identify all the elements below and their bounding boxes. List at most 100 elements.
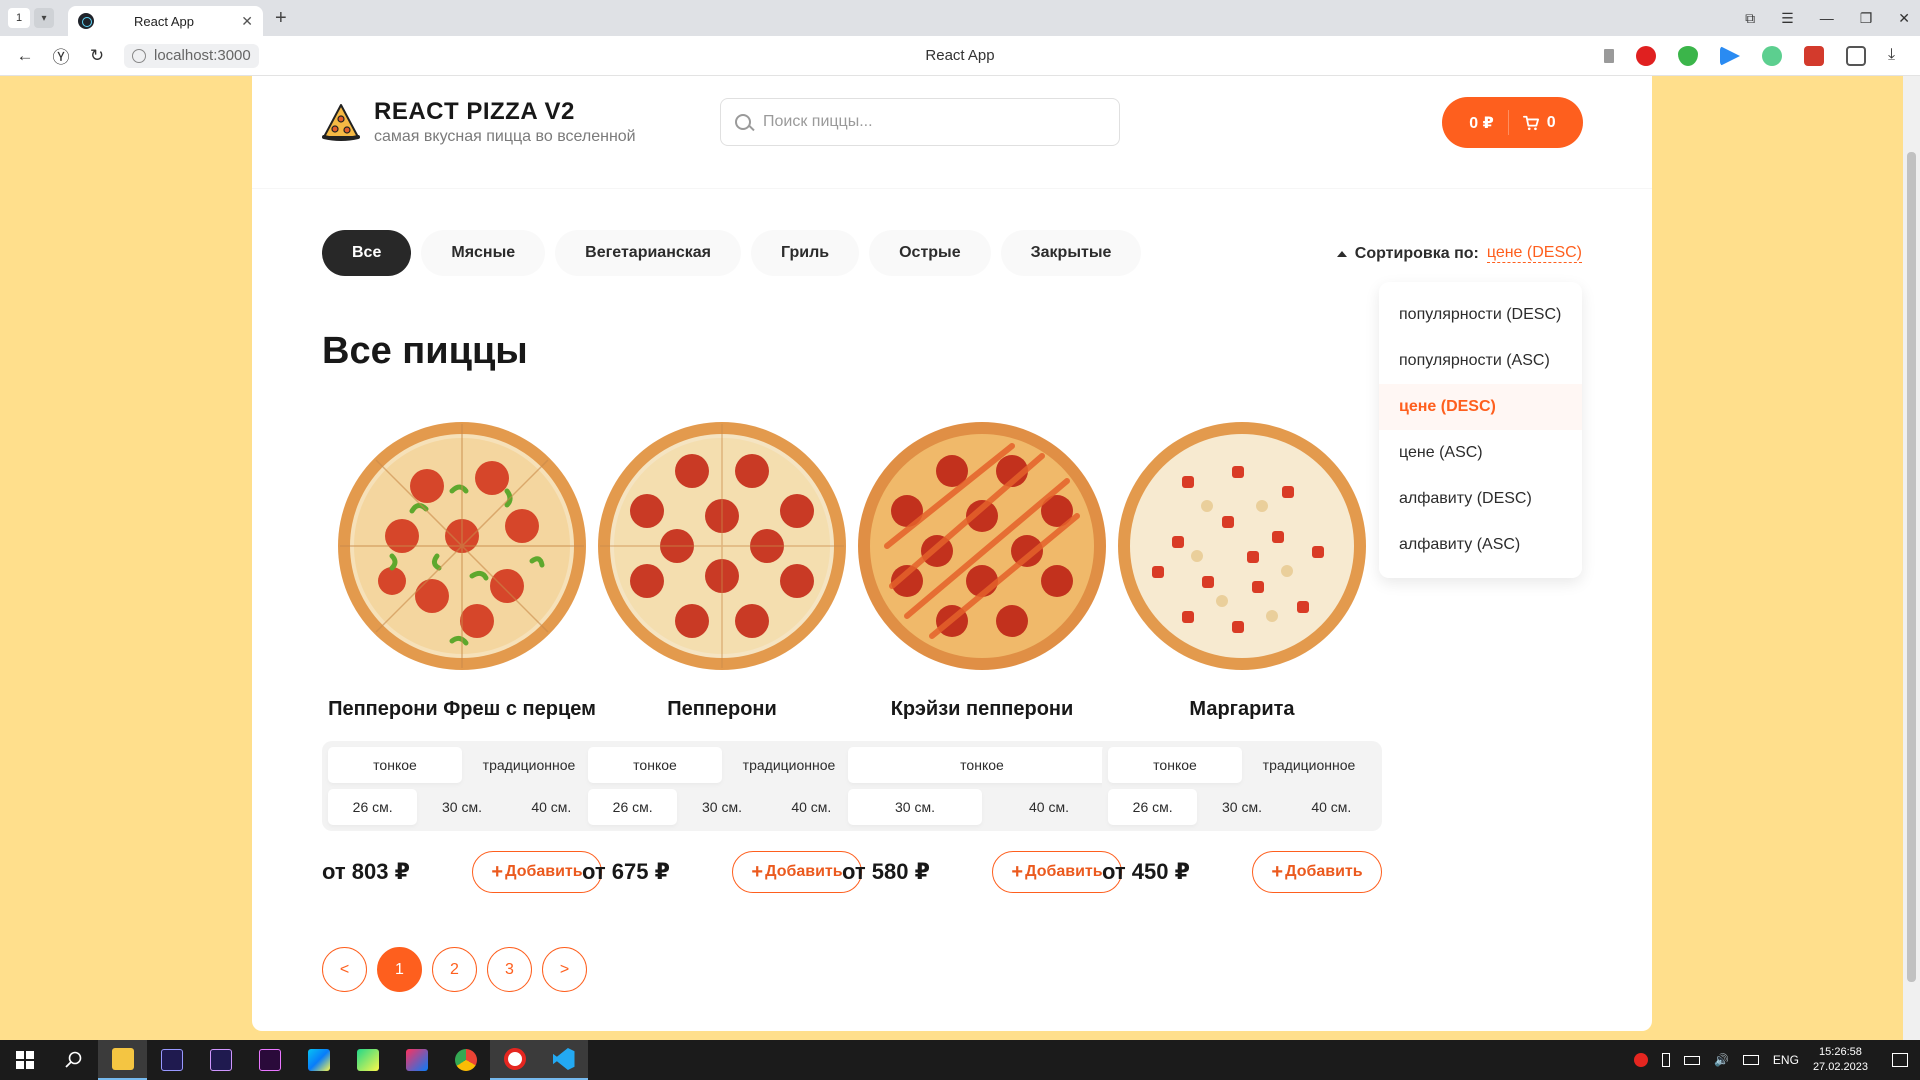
restore-icon[interactable]: ❐ [1860, 10, 1873, 27]
after-effects-icon[interactable] [196, 1040, 245, 1080]
dough-types: тонкое традиционное [1108, 747, 1376, 783]
bookmarks-panel-icon[interactable]: ⧉ [1745, 10, 1755, 27]
tab-title: React App [134, 13, 194, 29]
dough-option-active[interactable]: тонкое [328, 747, 462, 783]
download-icon[interactable]: ⤓ [1888, 46, 1908, 66]
close-window-icon[interactable]: ✕ [1898, 10, 1910, 27]
pycharm-icon[interactable] [343, 1040, 392, 1080]
yandex-icon[interactable]: Ⓨ [50, 43, 72, 68]
extensions-bar: ⤓ [1604, 36, 1908, 76]
file-explorer-icon[interactable] [98, 1040, 147, 1080]
logo[interactable]: REACT PIZZA V2 самая вкусная пицца во вс… [322, 98, 636, 146]
yandex-tray-icon[interactable] [1633, 1053, 1648, 1067]
page-button[interactable]: 2 [432, 947, 477, 992]
browser-tab[interactable]: React App ✕ [68, 6, 263, 36]
shield-extension-icon[interactable] [1678, 46, 1698, 66]
pagination: < 1 2 3 > [322, 947, 587, 992]
cart-button[interactable]: 0 ₽ 0 [1442, 97, 1583, 148]
sort-option[interactable]: алфавиту (ASC) [1379, 522, 1582, 568]
size-option[interactable]: 30 см. [677, 789, 766, 825]
url-field[interactable]: localhost:3000 [124, 43, 259, 68]
clock-date: 27.02.2023 [1812, 1061, 1868, 1073]
language-indicator[interactable]: ENG [1773, 1053, 1799, 1067]
scrollbar-thumb[interactable] [1907, 152, 1916, 982]
dough-option-active[interactable]: тонкое [588, 747, 722, 783]
browser-tabbar: 1 ▾ React App ✕ + ⧉ ☰ — ❐ ✕ [0, 0, 1920, 36]
size-option-active[interactable]: 26 см. [588, 789, 678, 825]
adblock-extension-icon[interactable] [1636, 46, 1656, 66]
size-option-active[interactable]: 26 см. [328, 789, 418, 825]
pizza-image [1112, 416, 1372, 676]
add-button[interactable]: + Добавить [1252, 851, 1382, 893]
page-button[interactable]: 3 [487, 947, 532, 992]
category-spicy[interactable]: Острые [869, 230, 991, 276]
page-scrollbar[interactable] [1903, 76, 1920, 1040]
sort-arrow-icon [1336, 250, 1347, 257]
site-info-icon[interactable] [132, 48, 146, 63]
page-prev-button[interactable]: < [322, 947, 367, 992]
premiere-icon[interactable] [245, 1040, 294, 1080]
yandex-browser-icon[interactable] [490, 1040, 539, 1080]
minimize-icon[interactable]: — [1820, 10, 1834, 26]
pizza-card: Пепперони Фреш с перцем тонкое традицион… [322, 416, 602, 893]
close-tab-icon[interactable]: ✕ [241, 13, 253, 30]
reload-icon[interactable]: ↻ [86, 46, 108, 66]
chrome-icon[interactable] [441, 1040, 490, 1080]
puzzle-extension-icon[interactable] [1804, 46, 1824, 66]
vpn-extension-icon[interactable] [1762, 46, 1782, 66]
sort: Сортировка по: цене (DESC) [1336, 244, 1582, 263]
sort-option[interactable]: популярности (ASC) [1379, 338, 1582, 384]
size-option[interactable]: 40 см. [982, 789, 1116, 825]
pizza-selector: тонкое традиционное 26 см. 30 см. 40 см. [582, 741, 862, 831]
clock[interactable]: 15:26:58 27.02.2023 [1813, 1045, 1868, 1075]
pizza-image [592, 416, 852, 676]
windows-start-icon[interactable] [0, 1040, 49, 1080]
bookmark-icon[interactable] [1604, 49, 1614, 63]
webstorm-icon[interactable] [294, 1040, 343, 1080]
pizza-card: Крэйзи пепперони тонкое 30 см. 40 см. от… [842, 416, 1122, 893]
size-option-active[interactable]: 30 см. [848, 789, 982, 825]
vscode-icon[interactable] [539, 1040, 588, 1080]
network-icon[interactable] [1742, 1055, 1759, 1065]
category-meat[interactable]: Мясные [421, 230, 546, 276]
notifications-icon[interactable] [1892, 1053, 1908, 1067]
dough-option-active[interactable]: тонкое [848, 747, 1116, 783]
tab-counter[interactable]: 1 [8, 8, 30, 28]
usb-icon[interactable] [1661, 1053, 1670, 1067]
page-next-button[interactable]: > [542, 947, 587, 992]
size-option[interactable]: 40 см. [1287, 789, 1376, 825]
collections-icon[interactable] [1846, 46, 1866, 66]
tabs-dropdown-icon[interactable]: ▾ [34, 8, 54, 28]
search-input[interactable] [763, 113, 1083, 131]
dough-option[interactable]: традиционное [462, 747, 596, 783]
search-taskbar-icon[interactable] [49, 1040, 98, 1080]
play-extension-icon[interactable] [1720, 46, 1740, 66]
sort-option-active[interactable]: цене (DESC) [1379, 384, 1582, 430]
audition-icon[interactable] [147, 1040, 196, 1080]
menu-icon[interactable]: ☰ [1781, 10, 1794, 27]
sort-option[interactable]: популярности (DESC) [1379, 292, 1582, 338]
back-icon[interactable]: ← [14, 46, 36, 66]
sort-option[interactable]: цене (ASC) [1379, 430, 1582, 476]
sort-option[interactable]: алфавиту (DESC) [1379, 476, 1582, 522]
battery-icon[interactable] [1683, 1055, 1700, 1065]
sort-value[interactable]: цене (DESC) [1486, 244, 1582, 263]
category-vegetarian[interactable]: Вегетарианская [555, 230, 742, 276]
dough-option-active[interactable]: тонкое [1108, 747, 1242, 783]
new-tab-icon[interactable]: + [275, 7, 287, 30]
page-button-active[interactable]: 1 [377, 947, 422, 992]
category-grill[interactable]: Гриль [751, 230, 860, 276]
logo-subtitle: самая вкусная пицца во вселенной [374, 128, 636, 145]
category-all[interactable]: Все [322, 230, 412, 276]
size-option-active[interactable]: 26 см. [1108, 789, 1198, 825]
dough-option[interactable]: традиционное [1242, 747, 1376, 783]
dough-option[interactable]: традиционное [722, 747, 856, 783]
pizza-selector: тонкое традиционное 26 см. 30 см. 40 см. [322, 741, 602, 831]
size-option[interactable]: 30 см. [1197, 789, 1286, 825]
intellij-icon[interactable] [392, 1040, 441, 1080]
cart-count: 0 [1546, 113, 1556, 131]
volume-icon[interactable]: 🔊 [1714, 1053, 1729, 1067]
category-closed[interactable]: Закрытые [1000, 230, 1142, 276]
size-option[interactable]: 30 см. [417, 789, 506, 825]
system-tray: 🔊 ENG 15:26:58 27.02.2023 [1633, 1040, 1920, 1080]
